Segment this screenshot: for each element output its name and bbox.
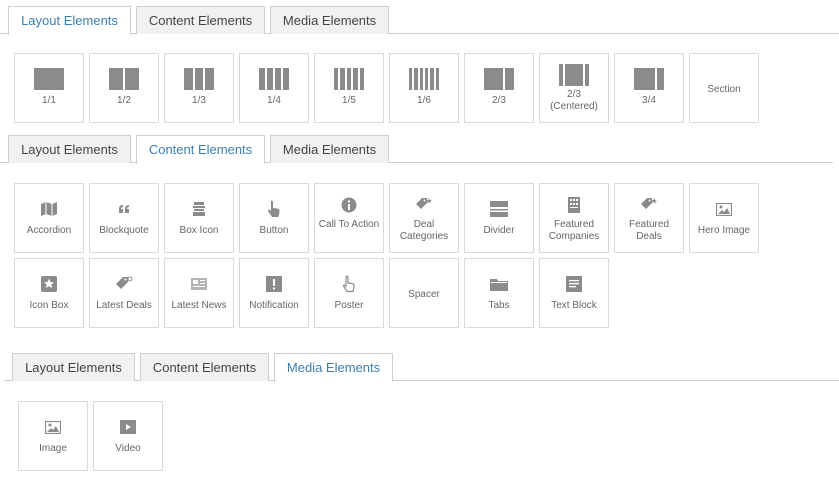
tab-media-elements[interactable]: Media Elements <box>274 353 393 382</box>
element-label: Image <box>39 443 67 454</box>
image-icon <box>19 416 87 438</box>
video-icon <box>94 416 162 438</box>
element-label: Video <box>115 443 141 454</box>
element-tile[interactable]: Video <box>93 401 163 471</box>
tab-content-elements[interactable]: Content Elements <box>140 353 269 381</box>
tab-layout-elements[interactable]: Layout Elements <box>12 353 135 381</box>
media-elements-panel: Layout Elements Content Elements Media E… <box>0 0 839 482</box>
tab-bar: Layout Elements Content Elements Media E… <box>4 353 839 382</box>
tab-content-elements[interactable]: Content Elements <box>136 135 265 164</box>
element-tile[interactable]: Image <box>18 401 88 471</box>
tab-layout-elements[interactable]: Layout Elements <box>8 6 131 35</box>
